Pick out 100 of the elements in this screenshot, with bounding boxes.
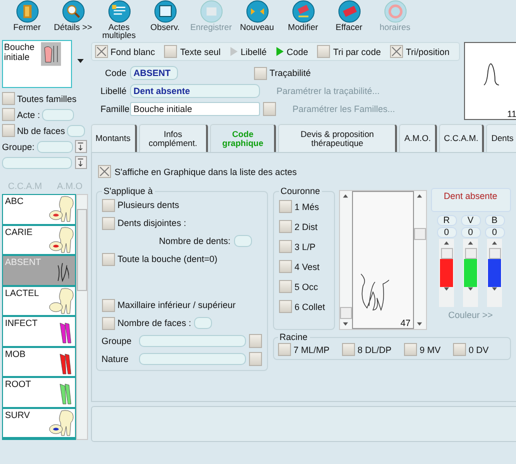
caret-icon bbox=[77, 59, 84, 63]
up-arrow-icon[interactable] bbox=[492, 241, 498, 245]
checkbox-label: 6 Collet bbox=[294, 302, 326, 312]
act-list-item[interactable]: ROOT bbox=[3, 378, 75, 406]
tooth-icon bbox=[59, 383, 72, 405]
teeth-count-field[interactable] bbox=[234, 235, 252, 247]
scroll-thumb[interactable] bbox=[77, 209, 87, 291]
down-arrow-icon[interactable] bbox=[492, 287, 498, 291]
checkbox[interactable] bbox=[278, 200, 292, 213]
label-field[interactable]: Dent absente bbox=[130, 84, 260, 98]
sort-button[interactable] bbox=[74, 140, 87, 153]
tooth-icon bbox=[59, 352, 72, 374]
act-field[interactable] bbox=[42, 108, 74, 120]
down-arrow-icon[interactable] bbox=[417, 322, 422, 326]
checkbox[interactable] bbox=[94, 45, 108, 58]
tab[interactable]: C.C.A.M. bbox=[438, 124, 484, 152]
down-arrow-icon[interactable] bbox=[468, 287, 474, 291]
checkbox[interactable] bbox=[278, 220, 292, 233]
slider-thumb[interactable] bbox=[488, 248, 501, 259]
down-arrow-icon[interactable] bbox=[444, 287, 450, 291]
tooth-icon bbox=[41, 42, 61, 66]
toolbar-button[interactable]: Modifier bbox=[280, 0, 326, 31]
checkbox[interactable] bbox=[102, 298, 115, 312]
sort-icon bbox=[77, 158, 84, 167]
toolbar-button[interactable]: Nouveau bbox=[234, 0, 280, 31]
checkbox-label: Toute la bouche (dent=0) bbox=[118, 254, 218, 264]
checkbox[interactable] bbox=[98, 165, 111, 178]
checkbox[interactable] bbox=[102, 216, 115, 230]
up-arrow-icon[interactable] bbox=[343, 194, 348, 198]
act-list-item[interactable]: LACTEL bbox=[3, 286, 75, 315]
tab[interactable]: Dents bbox=[486, 124, 516, 152]
checkbox[interactable] bbox=[164, 45, 178, 58]
checkbox-label: Fond blanc bbox=[110, 46, 156, 56]
toolbar-button[interactable]: Actes multiples bbox=[96, 0, 142, 39]
checkbox[interactable] bbox=[2, 92, 15, 105]
tab[interactable]: A.M.O. bbox=[399, 124, 437, 152]
toolbar-button[interactable]: Effacer bbox=[326, 0, 372, 31]
group-label: Groupe: bbox=[2, 142, 35, 152]
channel-value: 0 bbox=[484, 227, 505, 238]
checkbox[interactable] bbox=[278, 343, 291, 356]
triangle-icon[interactable] bbox=[276, 47, 284, 56]
act-list-item[interactable]: CARIE bbox=[3, 226, 75, 254]
checkbox[interactable] bbox=[278, 260, 292, 273]
color-slider[interactable] bbox=[439, 239, 454, 307]
toolbar-button[interactable]: Fermer bbox=[4, 0, 50, 31]
search-field[interactable] bbox=[2, 156, 72, 168]
group-field[interactable] bbox=[36, 140, 73, 152]
tooth-icon bbox=[49, 410, 74, 436]
faces-count-field[interactable] bbox=[194, 317, 212, 329]
act-list-item[interactable]: SURV bbox=[3, 408, 75, 437]
checkbox[interactable] bbox=[102, 252, 115, 266]
slider-thumb[interactable] bbox=[464, 248, 477, 259]
checkbox[interactable] bbox=[278, 300, 292, 313]
browse-button[interactable] bbox=[248, 352, 262, 366]
act-list-item[interactable]: ABC bbox=[3, 195, 75, 224]
scroll-thumb[interactable] bbox=[340, 307, 352, 319]
toolbar-button[interactable]: Détails >> bbox=[50, 0, 96, 31]
checkbox[interactable] bbox=[342, 343, 355, 356]
checkbox-label: 9 MV bbox=[420, 344, 441, 354]
checkbox[interactable] bbox=[390, 45, 403, 58]
eraser-icon bbox=[338, 0, 360, 23]
tab[interactable]: Infos complément. bbox=[138, 124, 208, 152]
checkbox-label: Nombre de faces : bbox=[118, 318, 192, 328]
tab[interactable]: Devis & proposition thérapeutique bbox=[278, 124, 398, 152]
family-field[interactable]: Bouche initiale bbox=[130, 102, 260, 116]
checkbox[interactable] bbox=[278, 280, 292, 293]
toolbar-button[interactable]: Observ. bbox=[142, 0, 188, 31]
up-arrow-icon[interactable] bbox=[468, 241, 474, 245]
checkbox[interactable] bbox=[102, 316, 115, 330]
triangle-icon[interactable] bbox=[230, 47, 238, 56]
up-arrow-icon[interactable] bbox=[417, 194, 422, 198]
field-label: Nature bbox=[102, 354, 130, 364]
scroll-thumb[interactable] bbox=[414, 228, 426, 240]
door-icon bbox=[16, 0, 38, 23]
browse-button[interactable] bbox=[248, 334, 262, 348]
checkbox[interactable] bbox=[2, 124, 15, 137]
tab[interactable]: Montants bbox=[90, 124, 136, 152]
code-field[interactable]: ABSENT bbox=[130, 66, 178, 80]
color-slider[interactable] bbox=[487, 239, 502, 307]
checkbox[interactable] bbox=[2, 108, 15, 121]
scrollbar[interactable] bbox=[76, 194, 88, 440]
nature-field[interactable] bbox=[138, 353, 246, 365]
checkbox[interactable] bbox=[254, 66, 267, 80]
up-arrow-icon[interactable] bbox=[444, 241, 450, 245]
slider-thumb[interactable] bbox=[440, 248, 453, 259]
faces-field[interactable] bbox=[67, 124, 86, 136]
sort-button[interactable] bbox=[74, 156, 87, 169]
checkbox[interactable] bbox=[102, 198, 115, 212]
checkbox[interactable] bbox=[404, 343, 417, 356]
color-slider[interactable] bbox=[463, 239, 478, 307]
checkbox-label: Maxillaire inférieur / supérieur bbox=[118, 300, 236, 310]
down-arrow-icon[interactable] bbox=[343, 322, 348, 326]
browse-button[interactable] bbox=[262, 102, 276, 116]
act-list-item[interactable]: MOB bbox=[3, 348, 75, 376]
group-field[interactable] bbox=[138, 335, 246, 347]
checkbox[interactable] bbox=[317, 45, 330, 58]
checkbox[interactable] bbox=[452, 343, 466, 356]
act-list-item[interactable]: INFECT bbox=[3, 317, 75, 346]
group-title: Racine bbox=[278, 332, 309, 342]
checkbox[interactable] bbox=[278, 240, 292, 253]
